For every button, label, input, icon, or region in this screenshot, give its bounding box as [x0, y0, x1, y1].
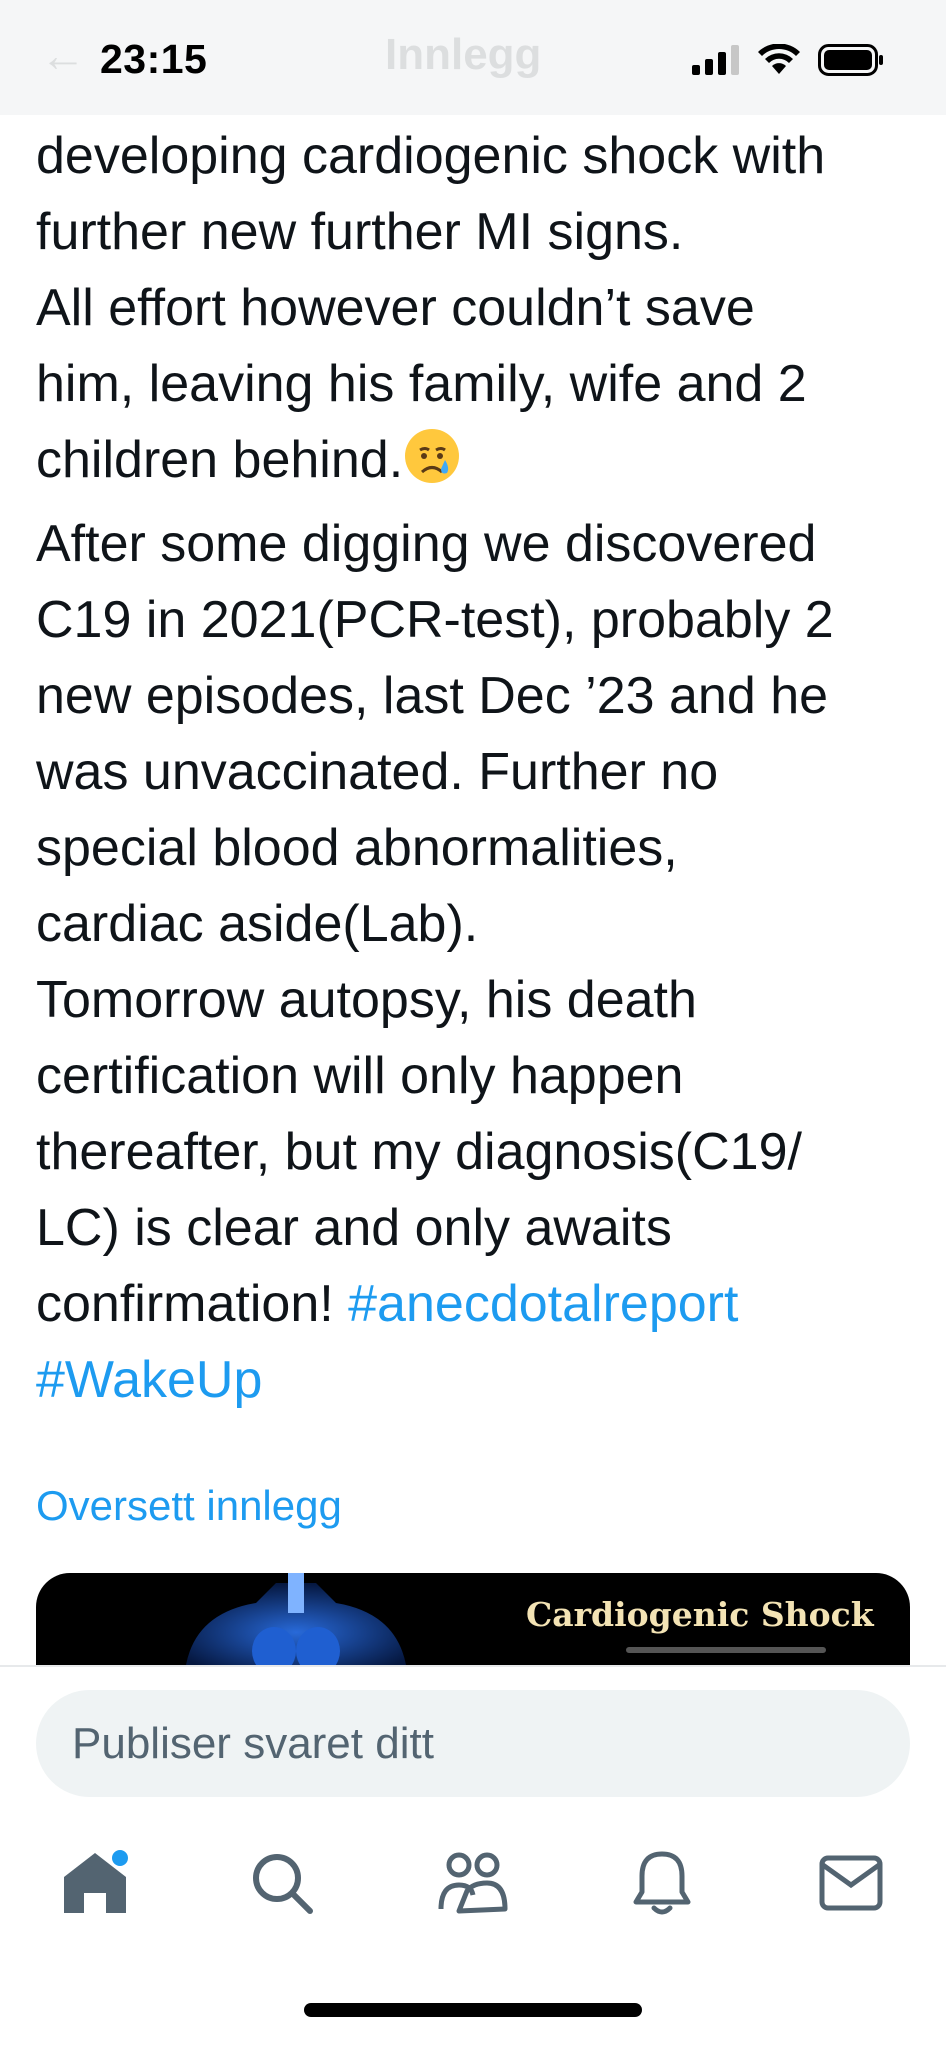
translate-post-link[interactable]: Oversett innlegg — [36, 1482, 342, 1530]
post-line: him, leaving his family, wife and 2 — [36, 355, 807, 413]
hashtag-link[interactable]: #anecdotalreport — [348, 1275, 738, 1333]
post-line: further new further MI signs. — [36, 203, 684, 261]
post-line: thereafter, but my diagnosis(C19/ — [36, 1123, 802, 1181]
cellular-signal-icon — [692, 45, 739, 75]
post-line-with-hashtag: confirmation! #anecdotalreport — [36, 1266, 916, 1342]
nav-home[interactable] — [50, 1838, 140, 1928]
post-line: was unvaccinated. Further no — [36, 743, 719, 801]
post-line: cardiac aside(Lab). — [36, 895, 479, 953]
bottom-nav — [0, 1838, 946, 1948]
crying-face-emoji-icon — [403, 427, 461, 506]
post-line: special blood abnormalities, — [36, 819, 678, 877]
hashtag-link[interactable]: #WakeUp — [36, 1351, 262, 1409]
status-time: 23:15 — [100, 36, 208, 82]
post-line: C19 in 2021(PCR-test), probably 2 — [36, 591, 834, 649]
nav-communities[interactable] — [428, 1838, 518, 1928]
nav-search[interactable] — [237, 1838, 327, 1928]
wifi-icon — [758, 44, 800, 74]
reply-placeholder: Publiser svaret ditt — [72, 1718, 434, 1768]
reply-input[interactable]: Publiser svaret ditt — [36, 1690, 910, 1797]
post-line-with-emoji: children behind. — [36, 422, 916, 506]
post-line: confirmation! — [36, 1275, 334, 1333]
post-line: LC) is clear and only awaits — [36, 1199, 672, 1257]
status-icons — [692, 44, 884, 76]
post-media-image[interactable]: Cardiogenic Shock — [36, 1573, 910, 1665]
media-title: Cardiogenic Shock — [526, 1595, 874, 1634]
home-notification-dot — [112, 1850, 128, 1866]
post-line: children behind. — [36, 431, 404, 489]
status-bar: ← Innlegg 23:15 — [0, 0, 946, 115]
post-text: developing cardiogenic shock with furthe… — [36, 118, 916, 1418]
nav-notifications[interactable] — [617, 1838, 707, 1928]
lungs-illustration-icon — [186, 1573, 406, 1665]
post-line: After some digging we discovered — [36, 515, 817, 573]
notifications-bell-icon — [633, 1851, 691, 1915]
messages-icon — [819, 1855, 883, 1911]
battery-icon — [818, 44, 883, 76]
home-indicator[interactable] — [304, 2003, 642, 2017]
post-line: All effort however couldn’t save — [36, 279, 755, 337]
communities-icon — [438, 1852, 508, 1914]
search-icon — [253, 1854, 313, 1914]
post-line-hashtag: #WakeUp — [36, 1342, 916, 1418]
back-arrow-icon[interactable]: ← — [40, 28, 86, 82]
post-line: developing cardiogenic shock with — [36, 127, 826, 185]
media-subtitle-fragment — [626, 1647, 826, 1653]
post-line: certification will only happen — [36, 1047, 684, 1105]
header-title: Innlegg — [385, 30, 542, 79]
post-line: new episodes, last Dec ’23 and he — [36, 667, 829, 725]
divider — [0, 1665, 946, 1667]
nav-messages[interactable] — [806, 1838, 896, 1928]
post-line: Tomorrow autopsy, his death — [36, 971, 697, 1029]
